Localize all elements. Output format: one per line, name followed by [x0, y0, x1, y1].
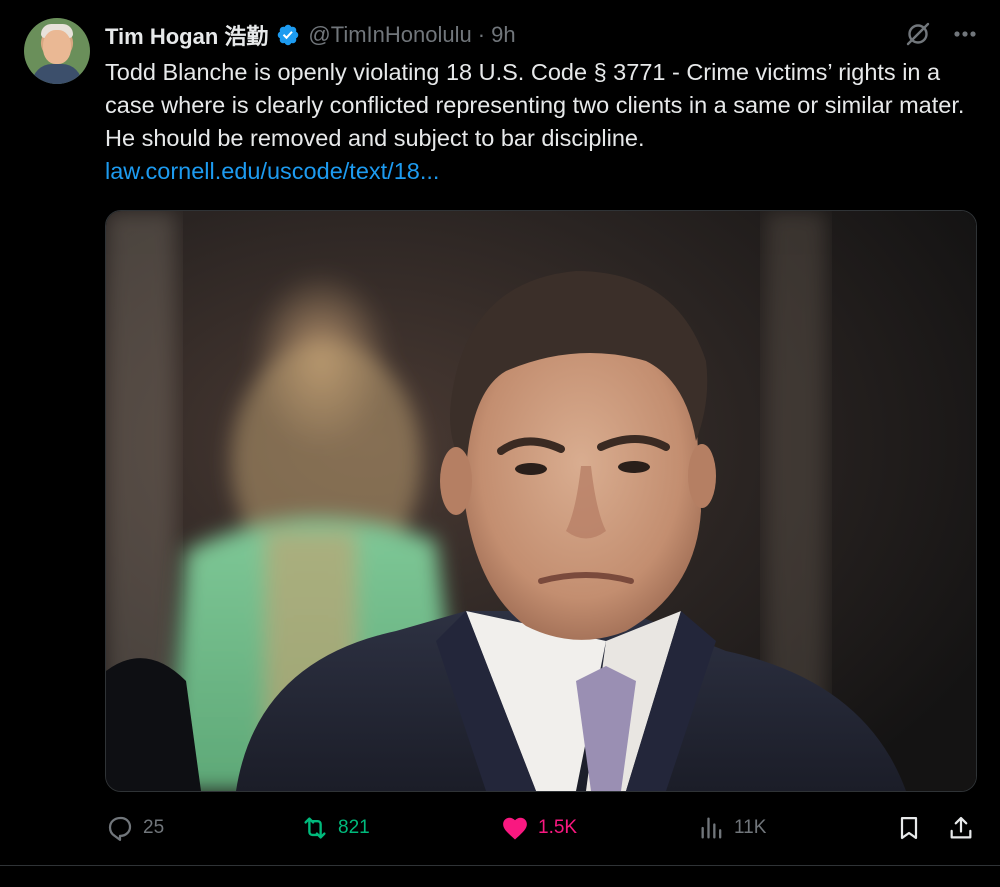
avatar-shirt — [32, 64, 82, 84]
grok-icon[interactable] — [904, 20, 932, 48]
verified-badge-icon[interactable] — [276, 23, 300, 47]
man-in-suit-photo — [106, 211, 976, 791]
more-dots-icon[interactable] — [952, 21, 978, 47]
reply-button[interactable]: 25 — [105, 810, 164, 846]
tweet-body: Todd Blanche is openly violating 18 U.S.… — [105, 59, 965, 151]
tweet-link[interactable]: law.cornell.edu/uscode/text/18... — [105, 158, 439, 184]
bookmark-button[interactable] — [895, 810, 931, 846]
repost-button[interactable]: 821 — [300, 810, 370, 846]
author-name[interactable]: Tim Hogan 浩勤 — [105, 19, 268, 51]
heart-icon — [503, 817, 527, 840]
author-handle[interactable]: @TimInHonolulu — [308, 22, 471, 48]
like-count: 1.5K — [538, 817, 578, 838]
views-button[interactable]: 11K — [698, 810, 766, 846]
repost-icon — [304, 817, 326, 839]
tweet-header: Tim Hogan 浩勤 @TimInHonolulu · 9h — [105, 18, 516, 52]
tweet-actions: 25 821 1.5K 11K — [105, 810, 975, 846]
views-count: 11K — [734, 817, 767, 838]
like-button[interactable]: 1.5K — [500, 810, 577, 846]
tweet-divider — [0, 865, 1000, 866]
reply-count: 25 — [143, 817, 165, 838]
header-separator: · — [477, 22, 486, 47]
tweet-media-photo[interactable] — [105, 210, 977, 792]
tweet-text: Todd Blanche is openly violating 18 U.S.… — [105, 56, 965, 188]
reply-icon — [108, 816, 132, 841]
header-actions — [904, 20, 978, 48]
tweet-timestamp[interactable]: 9h — [491, 22, 515, 48]
author-avatar[interactable] — [24, 18, 90, 84]
avatar-face — [43, 30, 71, 64]
share-button[interactable] — [947, 810, 983, 846]
share-icon — [950, 816, 972, 839]
bookmark-icon — [900, 816, 918, 840]
tweet[interactable]: Tim Hogan 浩勤 @TimInHonolulu · 9h Todd Bl… — [0, 0, 1000, 866]
repost-count: 821 — [338, 817, 370, 838]
views-chart-icon — [701, 817, 722, 839]
